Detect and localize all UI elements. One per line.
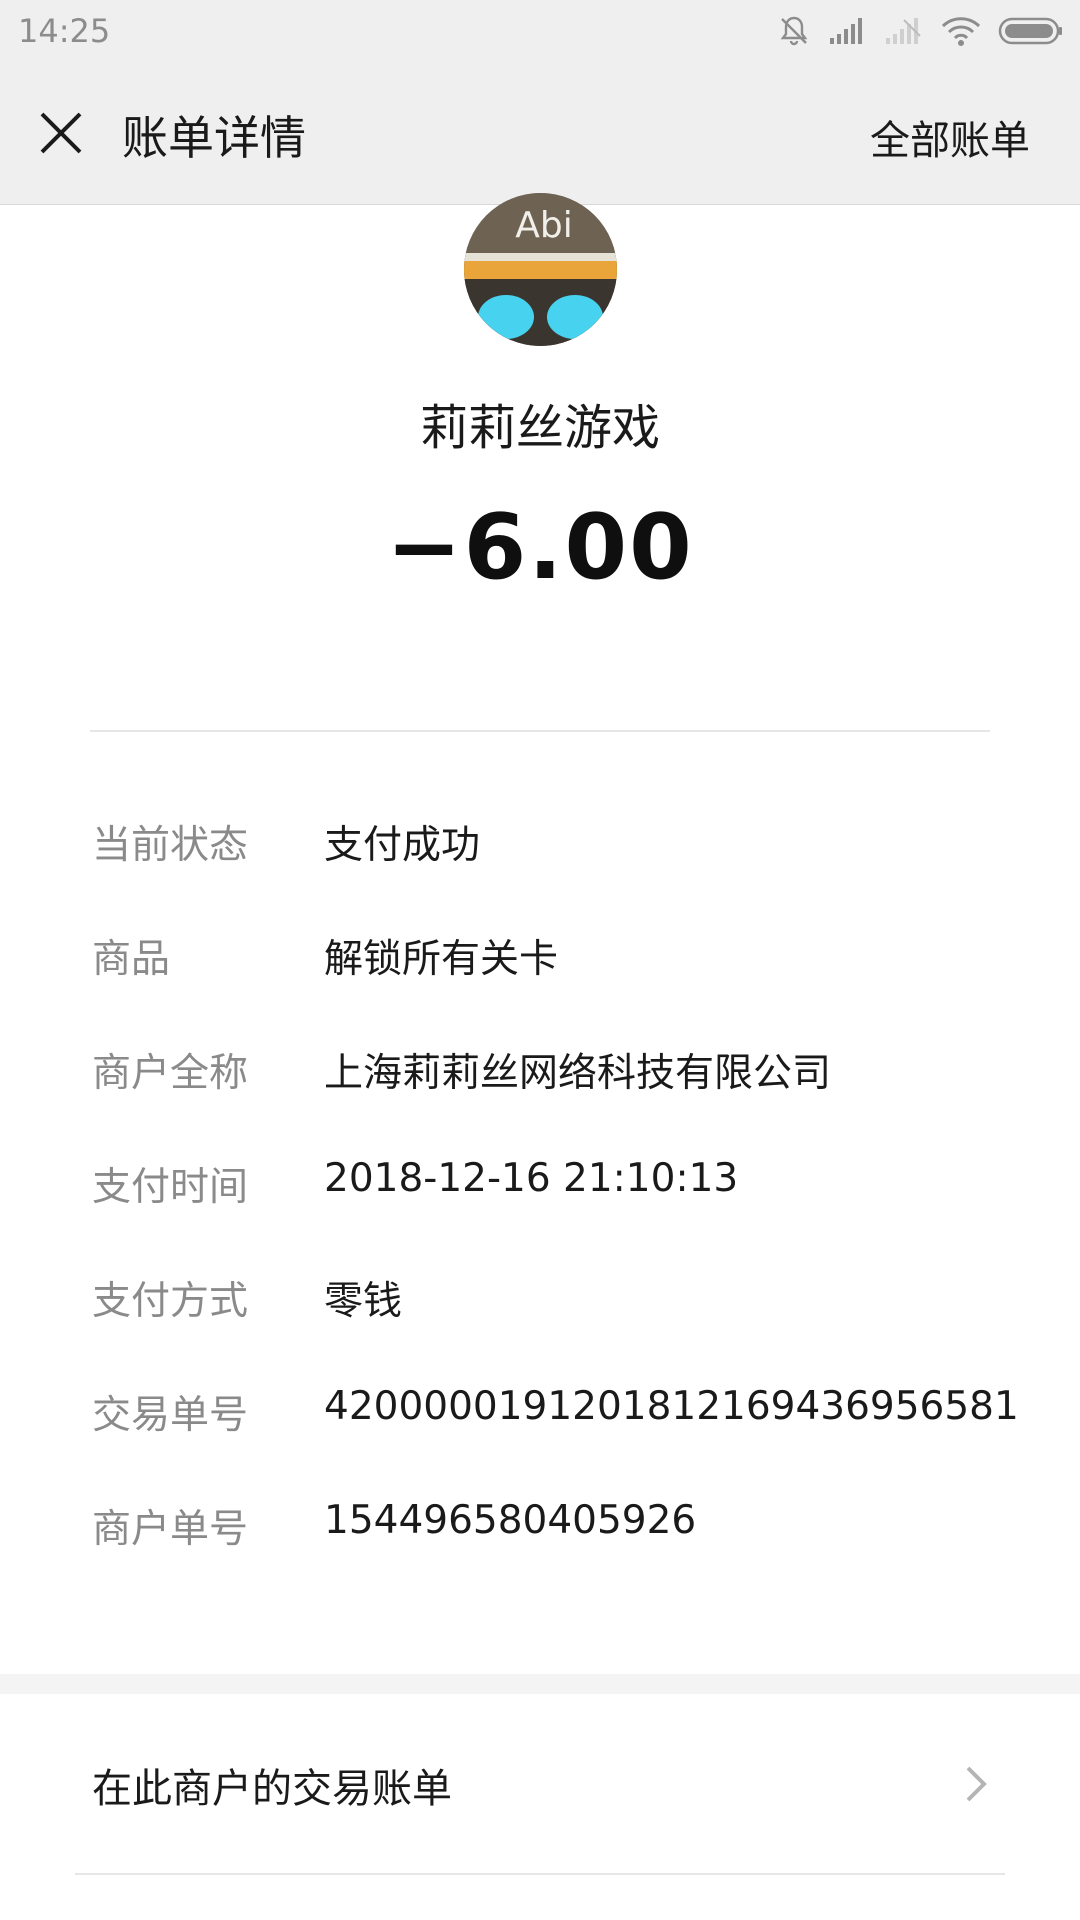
detail-value: 解锁所有关卡: [324, 937, 559, 982]
status-time: 14:25: [18, 12, 111, 50]
merchant-name: 莉莉丝游戏: [419, 400, 660, 456]
wifi-icon: [940, 15, 982, 47]
detail-value: 上海莉莉丝网络科技有限公司: [324, 1051, 832, 1096]
detail-label: 当前状态: [92, 823, 249, 868]
detail-label: 支付方式: [92, 1279, 249, 1324]
section-gap: [0, 1674, 1080, 1694]
all-bills-link[interactable]: 全部账单: [870, 108, 1030, 166]
chevron-right-icon: [966, 1766, 987, 1802]
detail-label: 商品: [92, 937, 171, 982]
detail-row-merchant-order-id: 商户单号 154496580405926: [0, 1484, 1080, 1564]
detail-value: 支付成功: [324, 823, 481, 868]
battery-icon: [998, 16, 1064, 46]
bottom-divider: [75, 1873, 1005, 1875]
detail-value: 2018-12-16 21:10:13: [324, 1156, 739, 1201]
detail-row-product: 商品 解锁所有关卡: [0, 914, 1080, 994]
detail-label: 商户全称: [92, 1051, 249, 1096]
detail-row-merchant-fullname: 商户全称 上海莉莉丝网络科技有限公司: [0, 1028, 1080, 1108]
nav-bar: 账单详情 全部账单: [0, 62, 1080, 205]
bell-muted-icon: [776, 13, 812, 49]
close-icon: [40, 112, 82, 154]
status-bar: 14:25: [0, 0, 1080, 62]
avatar-logo-text: Abi: [515, 205, 572, 246]
divider: [90, 730, 990, 732]
detail-row-transaction-id: 交易单号 4200000191201812169436956581: [0, 1370, 1080, 1450]
trade-bills-label: 在此商户的交易账单: [92, 1766, 452, 1812]
detail-label: 支付时间: [92, 1165, 249, 1210]
merchant-trade-bills-link[interactable]: 在此商户的交易账单: [0, 1694, 1080, 1872]
status-icons: [776, 12, 1064, 50]
signal-weak-icon: [884, 16, 924, 46]
detail-label: 商户单号: [92, 1507, 249, 1552]
merchant-avatar: Abi: [464, 193, 617, 346]
signal-icon: [828, 16, 868, 46]
detail-row-pay-time: 支付时间 2018-12-16 21:10:13: [0, 1142, 1080, 1222]
detail-label: 交易单号: [92, 1393, 249, 1438]
detail-value: 154496580405926: [324, 1498, 697, 1543]
page-title: 账单详情: [122, 111, 306, 165]
detail-row-pay-method: 支付方式 零钱: [0, 1256, 1080, 1336]
close-button[interactable]: [36, 108, 86, 158]
detail-value: 4200000191201812169436956581: [324, 1384, 1019, 1429]
detail-value: 零钱: [324, 1279, 403, 1324]
detail-row-status: 当前状态 支付成功: [0, 800, 1080, 880]
amount: −6.00: [386, 495, 694, 600]
